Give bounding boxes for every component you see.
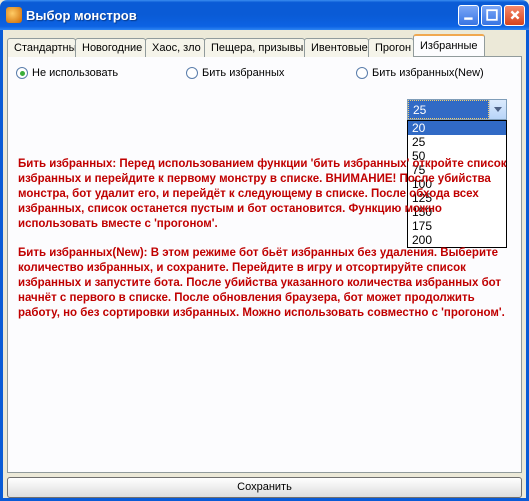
- count-combobox[interactable]: 25: [407, 99, 507, 120]
- tab-page-favorites: Не использовать Бить избранных Бить избр…: [7, 56, 522, 473]
- save-button[interactable]: Сохранить: [7, 477, 522, 498]
- tab-progon[interactable]: Прогон: [368, 38, 414, 57]
- tab-favorites[interactable]: Избранные: [413, 34, 485, 56]
- app-icon: [6, 7, 22, 23]
- combobox-value: 25: [408, 100, 489, 119]
- description-text: Бить избранных: Перед использованием фун…: [18, 157, 511, 335]
- radio-beat-favorites[interactable]: Бить избранных: [186, 67, 356, 79]
- window-body: Стандартные Новогодние Хаос, зло Пещера,…: [0, 30, 529, 501]
- tab-strip: Стандартные Новогодние Хаос, зло Пещера,…: [7, 34, 522, 56]
- window-title: Выбор монстров: [26, 8, 458, 23]
- maximize-button[interactable]: [481, 5, 502, 26]
- radio-icon: [186, 67, 198, 79]
- radio-icon: [356, 67, 368, 79]
- close-button[interactable]: [504, 5, 525, 26]
- tab-chaos[interactable]: Хаос, зло: [145, 38, 205, 57]
- radio-icon: [16, 67, 28, 79]
- radio-beat-favorites-new[interactable]: Бить избранных(New): [356, 67, 484, 79]
- description-p2: Бить избранных(New): В этом режиме бот б…: [18, 246, 511, 321]
- radio-label: Бить избранных: [202, 67, 284, 79]
- chevron-down-icon[interactable]: [489, 100, 506, 119]
- radio-label: Бить избранных(New): [372, 67, 484, 79]
- radio-dont-use[interactable]: Не использовать: [16, 67, 186, 79]
- description-p1: Бить избранных: Перед использованием фун…: [18, 157, 511, 232]
- title-bar: Выбор монстров: [0, 0, 529, 30]
- dropdown-option[interactable]: 20: [408, 121, 506, 135]
- dropdown-option[interactable]: 25: [408, 135, 506, 149]
- tab-newyear[interactable]: Новогодние: [75, 38, 146, 57]
- tab-event[interactable]: Ивентовые: [304, 38, 369, 57]
- tab-cave[interactable]: Пещера, призывы: [204, 38, 305, 57]
- tab-standard[interactable]: Стандартные: [7, 38, 76, 57]
- radio-label: Не использовать: [32, 67, 118, 79]
- minimize-button[interactable]: [458, 5, 479, 26]
